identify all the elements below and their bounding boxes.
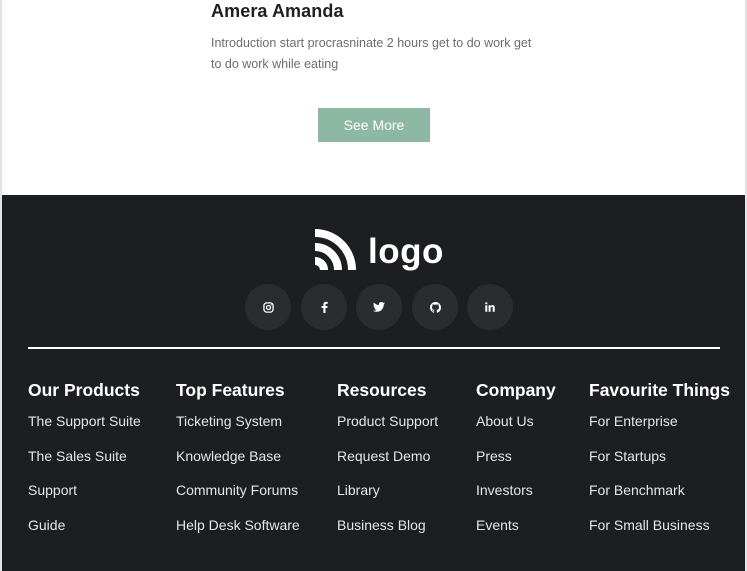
testimonial-text: Introduction start procrasninate 2 hours… (211, 36, 532, 71)
footer-link[interactable]: The Support Suite (28, 413, 141, 429)
footer-link[interactable]: Knowledge Base (176, 448, 281, 464)
footer-link[interactable]: Support (28, 482, 77, 498)
column-title: Company (476, 380, 556, 400)
footer-link[interactable]: Product Support (337, 413, 438, 429)
column-title: Top Features (176, 380, 285, 400)
linkedin-icon (485, 302, 495, 312)
footer-column-top-features: Top Features Ticketing System Knowledge … (176, 380, 300, 533)
instagram-icon (262, 301, 274, 313)
footer-link[interactable]: Community Forums (176, 482, 298, 498)
footer-divider (28, 347, 720, 349)
footer-link[interactable]: For Small Business (589, 517, 710, 533)
twitter-icon (373, 302, 385, 312)
footer-link[interactable]: For Startups (589, 448, 666, 464)
github-link[interactable] (412, 284, 458, 330)
column-title: Favourite Things (589, 380, 730, 400)
footer-logo[interactable]: logo (312, 229, 444, 273)
footer-link[interactable]: Help Desk Software (176, 517, 300, 533)
instagram-link[interactable] (245, 284, 291, 330)
linkedin-link[interactable] (467, 284, 513, 330)
column-title: Our Products (28, 380, 140, 400)
footer: logo Our Products The Support Suite The … (2, 195, 745, 571)
footer-link[interactable]: The Sales Suite (28, 448, 127, 464)
footer-link[interactable]: Request Demo (337, 448, 430, 464)
footer-link[interactable]: For Enterprise (589, 413, 678, 429)
footer-link[interactable]: For Benchmark (589, 482, 685, 498)
rss-logo-icon (314, 229, 356, 271)
twitter-link[interactable] (356, 284, 402, 330)
testimonial-section: Amera Amanda Introduction start procrasn… (2, 0, 745, 195)
facebook-icon (321, 301, 328, 313)
github-icon (429, 301, 441, 313)
footer-link[interactable]: Press (476, 448, 512, 464)
footer-link[interactable]: Guide (28, 517, 65, 533)
footer-column-company: Company About Us Press Investors Events (476, 380, 556, 533)
footer-link[interactable]: Ticketing System (176, 413, 282, 429)
logo-text: logo (368, 231, 444, 271)
footer-link[interactable]: About Us (476, 413, 534, 429)
footer-link[interactable]: Business Blog (337, 517, 426, 533)
see-more-button[interactable]: See More (318, 108, 430, 142)
footer-link[interactable]: Events (476, 517, 519, 533)
facebook-link[interactable] (301, 284, 347, 330)
footer-link[interactable]: Library (337, 482, 380, 498)
footer-column-resources: Resources Product Support Request Demo L… (337, 380, 438, 533)
footer-column-favourite-things: Favourite Things For Enterprise For Star… (589, 380, 730, 533)
testimonial-author-name: Amera Amanda (211, 1, 344, 21)
footer-column-our-products: Our Products The Support Suite The Sales… (28, 380, 141, 533)
column-title: Resources (337, 380, 427, 400)
footer-link[interactable]: Investors (476, 482, 533, 498)
